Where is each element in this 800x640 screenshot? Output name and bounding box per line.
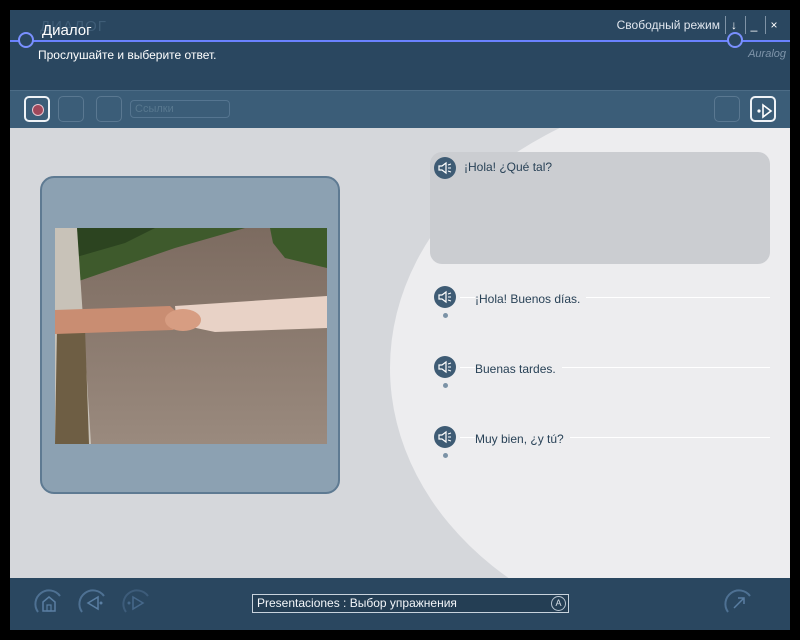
toolbar-button-disabled-3[interactable] bbox=[714, 96, 740, 122]
minimize-button[interactable]: _ bbox=[745, 16, 762, 34]
links-select[interactable]: Ссылки bbox=[130, 100, 230, 118]
record-button[interactable] bbox=[24, 96, 50, 122]
toolbar: Ссылки bbox=[10, 90, 790, 128]
previous-button[interactable] bbox=[76, 586, 110, 620]
brand-logo: Auralog bbox=[748, 48, 786, 60]
header-bar: ДИАЛОГ Диалог Прослушайте и выберите отв… bbox=[10, 10, 790, 90]
option-1-marker bbox=[443, 313, 448, 318]
home-icon bbox=[34, 589, 61, 613]
prompt-text: ¡Hola! ¿Qué tal? bbox=[464, 160, 553, 174]
status-breadcrumb[interactable]: Presentaciones : Выбор упражнения A bbox=[252, 594, 569, 613]
speaker-icon bbox=[438, 290, 452, 304]
dialog-options: ¡Hola! ¿Qué tal? ¡Hola! Buenos días. Bue… bbox=[10, 128, 790, 578]
next-button[interactable] bbox=[750, 96, 776, 122]
speaker-icon bbox=[438, 161, 452, 175]
exit-button[interactable] bbox=[722, 586, 756, 620]
footer-bar: Presentaciones : Выбор упражнения A bbox=[10, 578, 790, 630]
page-title: Диалог bbox=[42, 22, 92, 39]
option-2-play-button[interactable] bbox=[434, 356, 456, 378]
toolbar-button-disabled-2[interactable] bbox=[96, 96, 122, 122]
option-2-text[interactable]: Buenas tardes. bbox=[475, 362, 562, 376]
download-button[interactable]: ↓ bbox=[725, 16, 742, 34]
play-next-icon bbox=[757, 103, 773, 119]
prompt-play-button[interactable] bbox=[434, 157, 456, 179]
option-1-text[interactable]: ¡Hola! Buenos días. bbox=[475, 292, 587, 306]
option-2-marker bbox=[443, 383, 448, 388]
option-3-text[interactable]: Muy bien, ¿y tú? bbox=[475, 432, 570, 446]
exit-icon bbox=[724, 589, 751, 613]
app-window: ДИАЛОГ Диалог Прослушайте и выберите отв… bbox=[10, 10, 790, 630]
status-up-arrow-icon[interactable]: A bbox=[551, 596, 566, 611]
header-divider-line bbox=[10, 40, 790, 42]
window-controls: ↓ _ × bbox=[725, 16, 782, 34]
back-icon bbox=[78, 589, 105, 613]
left-knob-icon bbox=[18, 32, 34, 48]
instruction-text: Прослушайте и выберите ответ. bbox=[38, 48, 217, 62]
option-1-play-button[interactable] bbox=[434, 286, 456, 308]
mode-label[interactable]: Свободный режим bbox=[617, 18, 720, 32]
home-button[interactable] bbox=[32, 586, 66, 620]
close-button[interactable]: × bbox=[765, 16, 782, 34]
forward-icon bbox=[122, 589, 149, 613]
option-3-play-button[interactable] bbox=[434, 426, 456, 448]
status-text: Presentaciones : Выбор упражнения bbox=[257, 596, 457, 610]
right-knob-icon bbox=[727, 32, 743, 48]
speaker-icon bbox=[438, 360, 452, 374]
toolbar-button-disabled-1[interactable] bbox=[58, 96, 84, 122]
forward-button[interactable] bbox=[120, 586, 154, 620]
option-3-marker bbox=[443, 453, 448, 458]
main-content: ¡Hola! ¿Qué tal? ¡Hola! Buenos días. Bue… bbox=[10, 128, 790, 578]
speaker-icon bbox=[438, 430, 452, 444]
